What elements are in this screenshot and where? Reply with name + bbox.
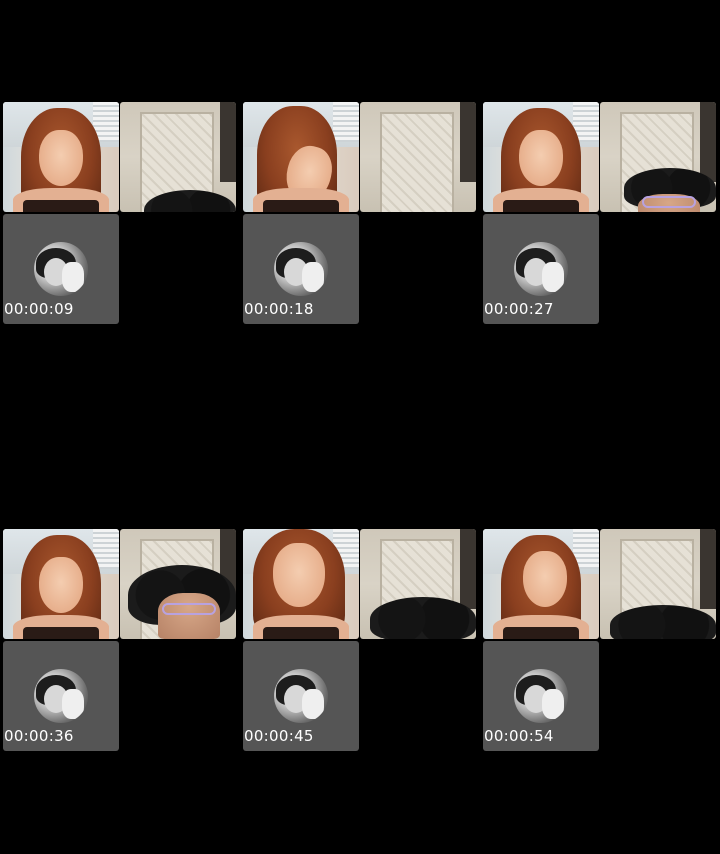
frame-5: 00:00:45 [240,427,480,854]
avatar [274,242,328,296]
participant-video-2[interactable] [120,529,236,639]
participant-video-2[interactable] [600,529,716,639]
participant-video-2[interactable] [120,102,236,212]
timestamp: 00:00:27 [484,300,554,318]
frame-2: 00:00:18 [240,0,480,427]
participant-video-1[interactable] [483,102,599,212]
avatar [34,242,88,296]
participant-video-1[interactable] [243,529,359,639]
frame-1: 00:00:09 [0,0,240,427]
avatar [514,669,568,723]
frame-4: 00:00:36 [0,427,240,854]
timestamp: 00:00:18 [244,300,314,318]
participant-video-1[interactable] [3,529,119,639]
avatar [34,669,88,723]
participant-video-2[interactable] [600,102,716,212]
timestamp: 00:00:45 [244,727,314,745]
frame-3: 00:00:27 [480,0,720,427]
timestamp: 00:00:36 [4,727,74,745]
participant-video-1[interactable] [483,529,599,639]
timestamp: 00:00:09 [4,300,74,318]
participant-video-2[interactable] [360,529,476,639]
timestamp: 00:00:54 [484,727,554,745]
avatar [274,669,328,723]
avatar [514,242,568,296]
participant-video-2[interactable] [360,102,476,212]
participant-video-1[interactable] [3,102,119,212]
participant-video-1[interactable] [243,102,359,212]
frame-6: 00:00:54 [480,427,720,854]
